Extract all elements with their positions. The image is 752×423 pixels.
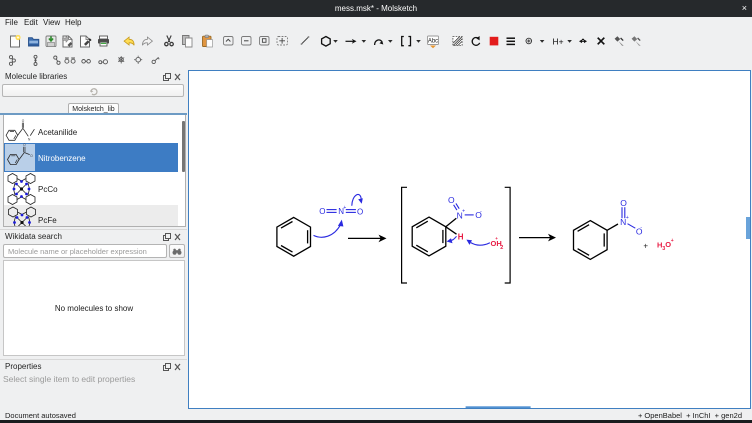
svg-text:N: N	[28, 138, 31, 142]
svg-text:O: O	[23, 143, 26, 147]
svg-text:O: O	[620, 198, 627, 208]
svg-text:H+: H+	[553, 37, 564, 47]
svg-text:O: O	[319, 207, 325, 216]
svg-text:+: +	[495, 236, 498, 241]
svg-text:O: O	[448, 195, 455, 205]
svg-text:+: +	[643, 241, 648, 250]
svg-text:H: H	[458, 233, 464, 242]
svg-text:O: O	[30, 154, 33, 158]
svg-text:O: O	[357, 207, 363, 216]
svg-text:+: +	[671, 238, 674, 244]
svg-text:O: O	[22, 119, 25, 123]
svg-text:2: 2	[500, 245, 503, 251]
svg-text:Abc: Abc	[428, 39, 438, 45]
svg-text:+: +	[626, 215, 629, 221]
svg-text:+: +	[462, 209, 465, 215]
